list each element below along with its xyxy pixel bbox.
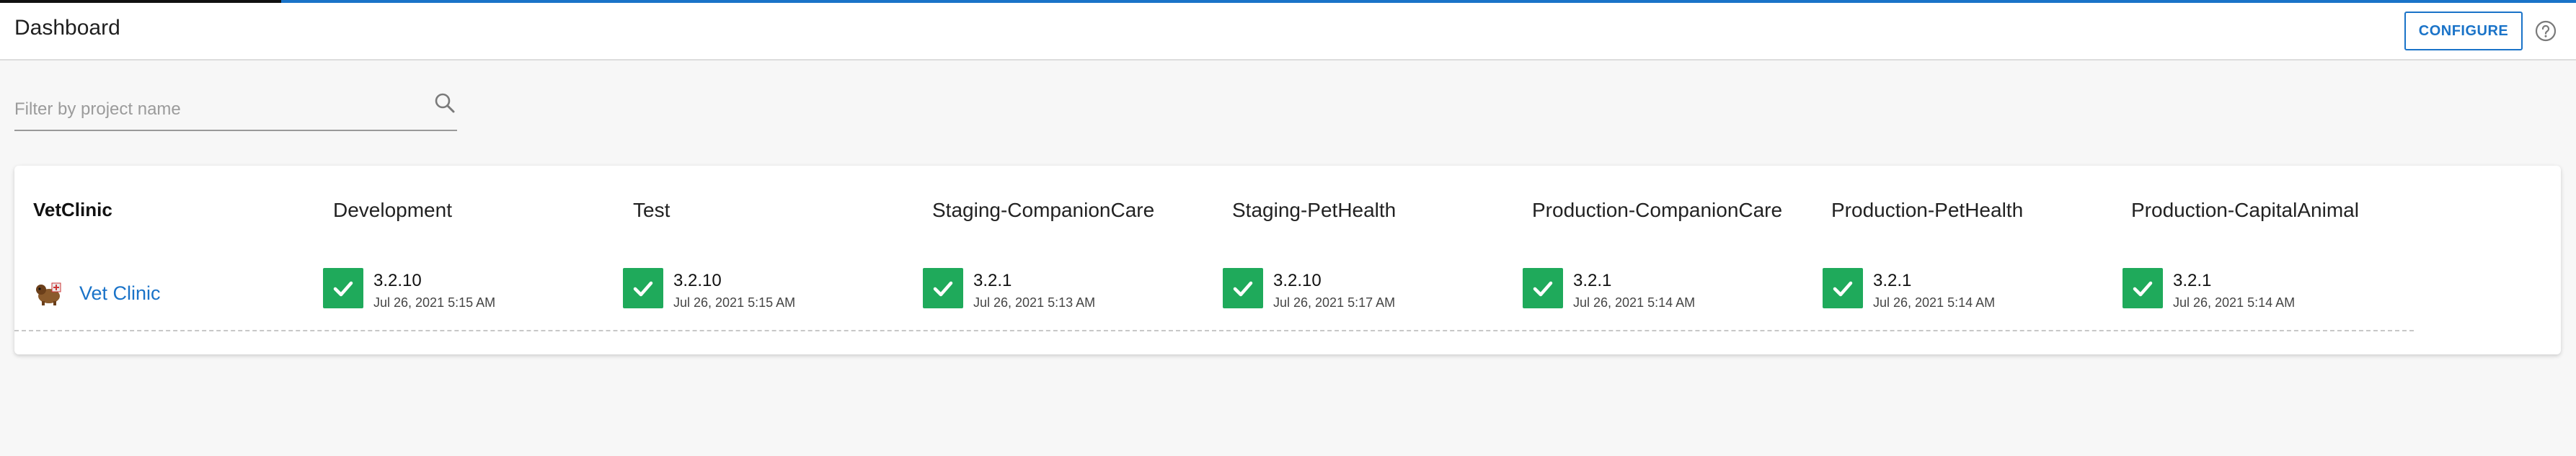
deployment-date: Jul 26, 2021 5:17 AM [1273, 295, 1396, 310]
project-name: Vet Clinic [79, 282, 161, 304]
deployment-date: Jul 26, 2021 5:13 AM [973, 295, 1096, 310]
dashboard-card: VetClinic Development Test Staging-Compa… [14, 166, 2561, 354]
help-circle-icon[interactable] [2535, 20, 2557, 42]
configure-button[interactable]: CONFIGURE [2404, 12, 2523, 50]
env-heading-production-capitalanimal: Production-CapitalAnimal [2131, 199, 2359, 221]
deployment-version: 3.2.10 [373, 271, 422, 290]
deployment-version: 3.2.1 [2173, 271, 2212, 290]
success-check-icon [923, 268, 963, 308]
project-filter [14, 88, 457, 131]
env-heading-staging-companioncare: Staging-CompanionCare [932, 199, 1155, 221]
vet-clinic-logo [36, 282, 61, 305]
success-check-icon [2123, 268, 2163, 308]
deployment-date: Jul 26, 2021 5:15 AM [373, 295, 496, 310]
deployment-version: 3.2.10 [673, 271, 722, 290]
success-check-icon [1823, 268, 1863, 308]
search-icon[interactable] [433, 91, 457, 115]
env-heading-production-companioncare: Production-CompanionCare [1532, 199, 1783, 221]
success-check-icon [1223, 268, 1263, 308]
deployment-version: 3.2.1 [1573, 271, 1612, 290]
env-heading-staging-pethealth: Staging-PetHealth [1232, 199, 1397, 221]
deployment-version: 3.2.10 [1273, 271, 1322, 290]
row-divider [14, 330, 2414, 331]
success-check-icon [323, 268, 363, 308]
page-title: Dashboard [14, 16, 120, 40]
deployment-date: Jul 26, 2021 5:15 AM [673, 295, 796, 310]
deployment-date: Jul 26, 2021 5:14 AM [2173, 295, 2296, 310]
env-heading-development: Development [333, 199, 452, 221]
deployment-date: Jul 26, 2021 5:14 AM [1573, 295, 1696, 310]
env-heading-production-pethealth: Production-PetHealth [1831, 199, 2024, 221]
deployment-date: Jul 26, 2021 5:14 AM [1873, 295, 1996, 310]
header-bar: Dashboard CONFIGURE [0, 3, 2576, 61]
deployment-version: 3.2.1 [1873, 271, 1912, 290]
success-check-icon [1523, 268, 1563, 308]
success-check-icon [623, 268, 663, 308]
deployment-version: 3.2.1 [973, 271, 1012, 290]
env-heading-test: Test [633, 199, 670, 221]
project-group-heading: VetClinic [33, 199, 112, 220]
filter-project-input[interactable] [14, 95, 418, 124]
project-link-vet-clinic[interactable]: Vet Clinic [35, 275, 161, 311]
